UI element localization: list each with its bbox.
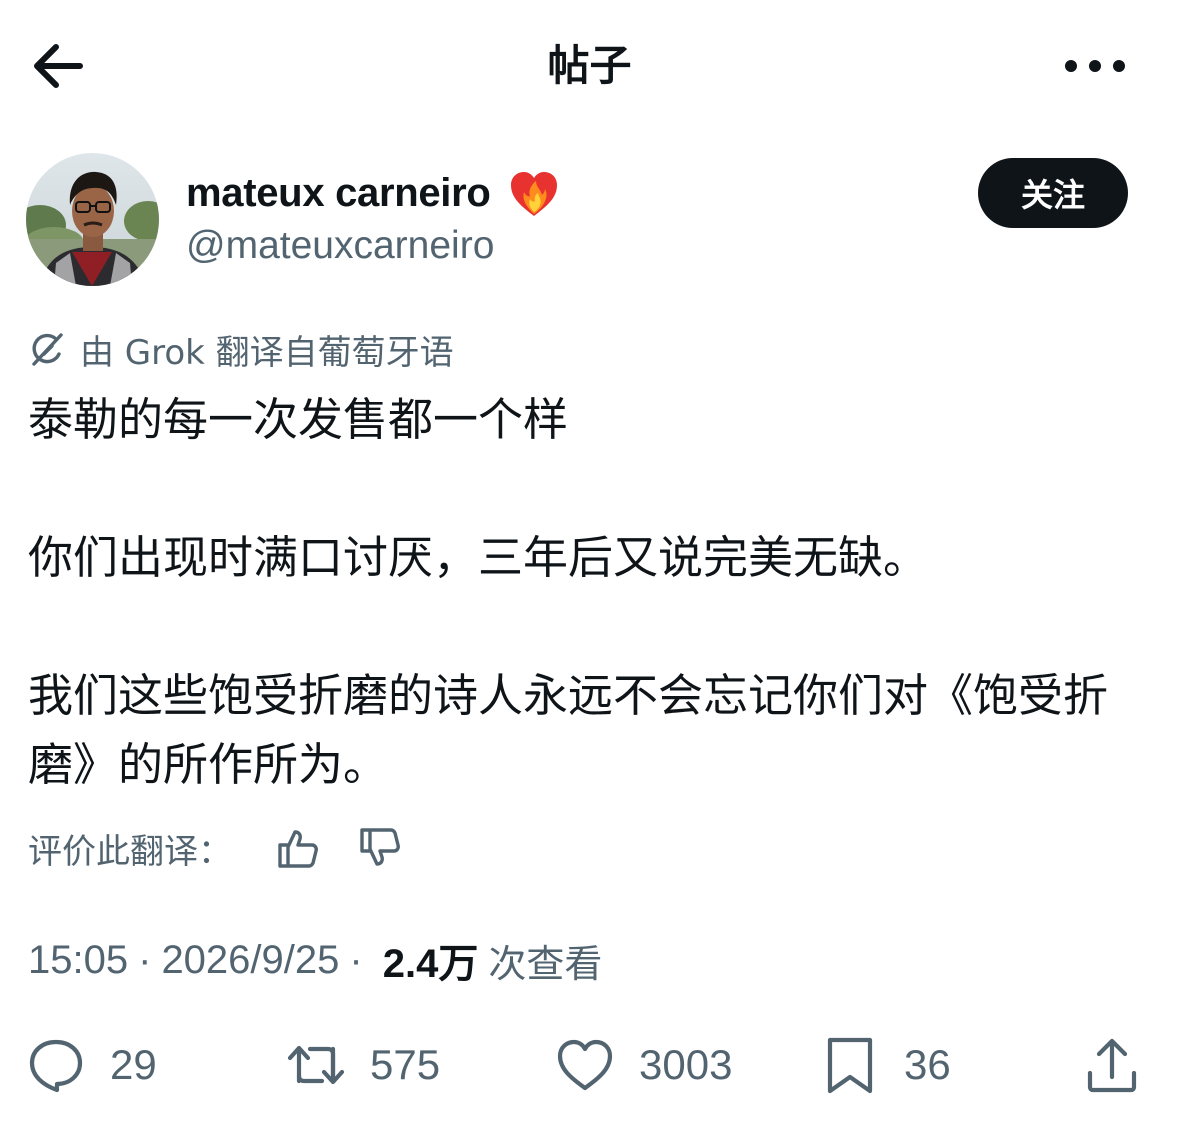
thumbs-up-icon[interactable] <box>276 826 320 870</box>
post-paragraph: 你们出现时满口讨厌，三年后又说完美无缺。 <box>28 531 929 584</box>
views-label: 次查看 <box>488 941 603 986</box>
heart-icon <box>557 1039 613 1091</box>
grok-icon <box>32 333 63 366</box>
author-handle[interactable]: @mateuxcarneiro <box>186 220 494 272</box>
reply-count: 29 <box>110 1041 157 1088</box>
author-name-row[interactable]: mateux carneiro <box>186 165 561 221</box>
repost-count: 575 <box>370 1041 441 1088</box>
repost-button[interactable]: 575 <box>286 1030 440 1100</box>
post-body: 泰勒的每一次发售都一个样 你们出现时满口讨厌，三年后又说完美无缺。 我们这些饱受… <box>28 385 1158 799</box>
repost-icon <box>287 1045 345 1085</box>
reply-icon <box>29 1039 83 1093</box>
heart-on-fire-icon <box>510 172 557 216</box>
display-name[interactable]: mateux carneiro <box>186 171 491 216</box>
views-count[interactable]: 2.4万 <box>383 931 479 989</box>
meta-separator: · <box>138 937 152 982</box>
more-options-button[interactable] <box>1060 40 1130 92</box>
more-horizontal-icon <box>1065 60 1125 72</box>
like-button[interactable]: 3003 <box>555 1030 732 1100</box>
post-meta: 15:05 · 2026/9/25 · 2.4万 次查看 <box>28 930 602 990</box>
reply-button[interactable]: 29 <box>26 1030 157 1100</box>
share-icon <box>1087 1038 1137 1093</box>
post-date: 2026/9/25 <box>161 937 340 982</box>
bookmark-count: 36 <box>904 1041 951 1088</box>
rate-translation-row: 评价此翻译： <box>28 820 402 876</box>
page-title: 帖子 <box>547 41 632 90</box>
thumbs-down-icon[interactable] <box>358 826 402 870</box>
translation-note-text: 由 Grok 翻译自葡萄牙语 <box>80 332 454 373</box>
bookmark-icon <box>827 1037 873 1094</box>
like-count: 3003 <box>639 1041 733 1088</box>
action-bar: 29 575 3003 36 <box>0 1030 1179 1100</box>
meta-separator: · <box>349 937 363 982</box>
follow-button[interactable]: 关注 <box>978 158 1128 228</box>
share-button[interactable] <box>1082 1030 1142 1100</box>
top-bar: 帖子 <box>0 0 1179 132</box>
avatar[interactable] <box>26 153 159 286</box>
bookmark-button[interactable]: 36 <box>820 1030 951 1100</box>
post-paragraph: 泰勒的每一次发售都一个样 <box>28 393 569 446</box>
rate-translation-label: 评价此翻译： <box>28 831 232 872</box>
translation-note: 由 Grok 翻译自葡萄牙语 <box>28 325 454 373</box>
post-time: 15:05 <box>28 937 129 982</box>
avatar-photo <box>26 153 159 286</box>
post-paragraph: 我们这些饱受折磨的诗人永远不会忘记你们对《饱受折磨》的所作所为。 <box>28 669 1109 791</box>
